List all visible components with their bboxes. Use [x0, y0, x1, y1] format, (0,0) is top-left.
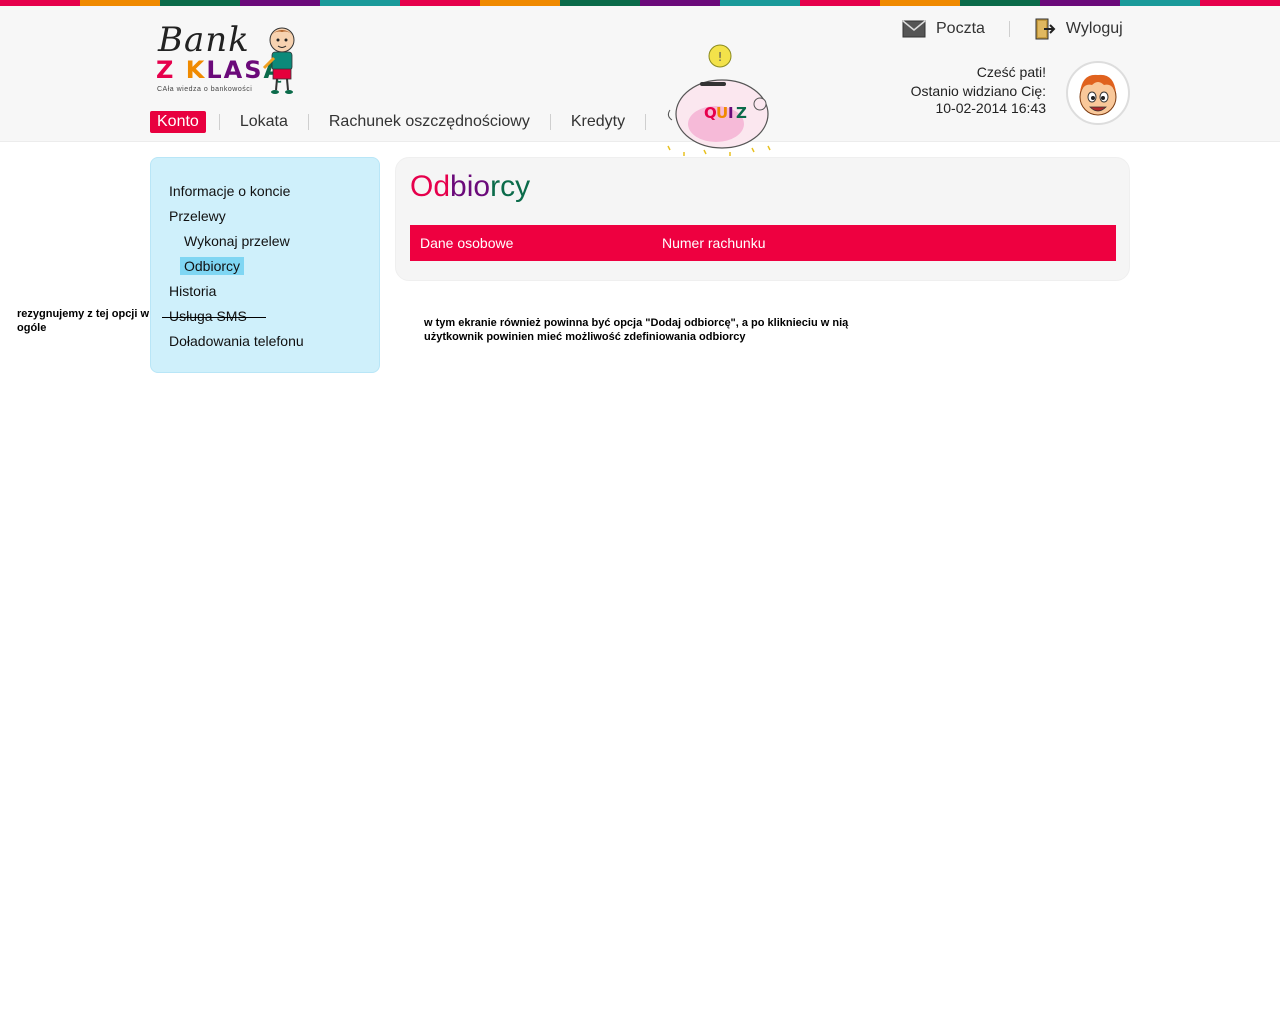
logout-link[interactable]: Wyloguj — [1034, 17, 1123, 41]
top-links: Poczta Wyloguj — [902, 18, 1123, 40]
sidebar-item-do-adowania-telefonu[interactable]: Doładowania telefonu — [151, 332, 379, 357]
strikethrough-line — [162, 317, 266, 318]
nav-separator — [549, 114, 551, 130]
sidebar-item-przelewy[interactable]: Przelewy — [151, 207, 379, 232]
sidebar-item-historia[interactable]: Historia — [151, 282, 379, 307]
user-greeting: Cześć pati! Ostanio widziano Cię: 10-02-… — [911, 64, 1046, 117]
annotation-note-main: w tym ekranie również powinna być opcja … — [424, 317, 849, 343]
greeting-text: Cześć pati! — [976, 64, 1046, 80]
sidebar-item-label: Usługa SMS — [169, 308, 247, 324]
sidebar-item-label: Historia — [169, 283, 217, 299]
column-header-account-number[interactable]: Numer rachunku — [652, 235, 766, 251]
sidebar-menu: Informacje o koncie Przelewy Wykonaj przel… — [150, 157, 380, 373]
sidebar-item-us-uga-sms[interactable]: Usługa SMS — [151, 307, 379, 332]
logo-tagline: CAła wiedza o bankowości — [157, 86, 253, 93]
boy-mascot-icon — [262, 27, 295, 94]
nav-separator — [218, 114, 220, 130]
recipients-table-header: Dane osobowe Numer rachunku — [410, 225, 1116, 261]
svg-text:Q: Q — [704, 104, 717, 122]
sidebar-item-label: Doładowania telefonu — [169, 333, 304, 349]
bank-logo[interactable]: Bank Z KLASĄ CAła wiedza o bankowości — [156, 20, 306, 100]
logout-door-icon — [1035, 18, 1056, 40]
annotation-note-left: rezygnujemy z tej opcji w ogóle — [14, 306, 158, 344]
sidebar-item-label: Odbiorcy — [180, 257, 245, 275]
main-navigation: Konto Lokata Rachunek oszczędnościowy Kredy… — [150, 110, 659, 134]
svg-text:U: U — [716, 104, 728, 122]
sidebar-item-informacje-o-koncie[interactable]: Informacje o koncie — [151, 182, 379, 207]
svg-text:!: ! — [718, 50, 723, 64]
sidebar-item-label: Wykonaj przelew — [184, 233, 290, 249]
header: Bank Z KLASĄ CAła wiedza o bankowości Ko… — [0, 6, 1280, 156]
column-header-personal-data[interactable]: Dane osobowe — [410, 235, 652, 251]
nav-separator — [645, 114, 647, 130]
last-seen-label: Ostanio widziano Cię: — [910, 83, 1046, 99]
toplinks-separator — [1008, 21, 1010, 37]
last-seen-value: 10-02-2014 16:43 — [935, 100, 1046, 116]
sidebar-item-odbiorcy[interactable]: Odbiorcy — [151, 257, 379, 282]
mail-label: Poczta — [936, 20, 985, 37]
logout-label: Wyloguj — [1065, 20, 1123, 37]
nav-item-lokata[interactable]: Lokata — [233, 111, 295, 133]
nav-separator — [307, 114, 309, 130]
svg-text:Z: Z — [736, 104, 747, 122]
mail-link[interactable]: Poczta — [902, 20, 985, 38]
sidebar-item-label: Informacje o koncie — [169, 183, 291, 199]
quiz-piggy-bank-icon[interactable]: ! Q U I Z — [660, 42, 780, 158]
nav-item-konto[interactable]: Konto — [150, 111, 206, 133]
boy-face-icon — [1079, 74, 1117, 116]
svg-text:I: I — [728, 104, 734, 122]
user-avatar[interactable] — [1066, 61, 1130, 125]
logo-text-bank: Bank — [158, 20, 250, 60]
nav-item-rachunek[interactable]: Rachunek oszczędnościowy — [322, 111, 537, 133]
sidebar-item-wykonaj-przelew[interactable]: Wykonaj przelew — [151, 232, 379, 257]
main-panel: Odbiorcy Dane osobowe Numer rachunku — [395, 157, 1130, 281]
envelope-icon — [902, 20, 926, 38]
nav-item-kredyty[interactable]: Kredyty — [564, 111, 632, 133]
sidebar-item-label: Przelewy — [169, 208, 226, 224]
page-title: Odbiorcy — [410, 170, 531, 203]
